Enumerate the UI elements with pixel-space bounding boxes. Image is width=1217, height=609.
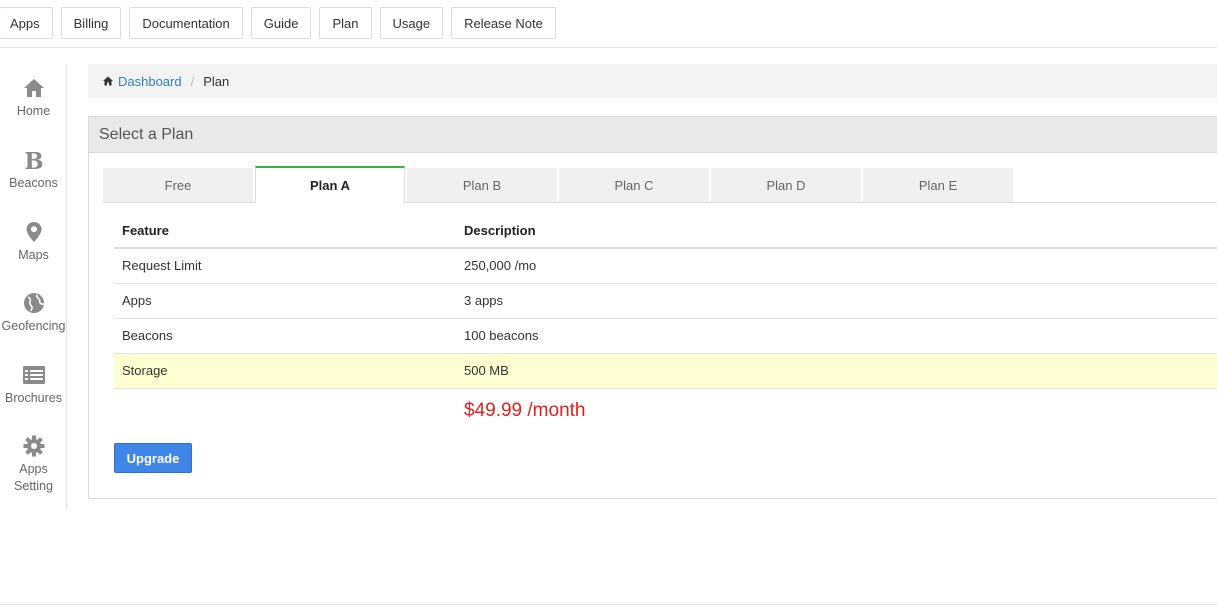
- sidebar-item-beacons[interactable]: B Beacons: [0, 148, 67, 191]
- feature-table: Feature Description Request Limit 250,00…: [114, 213, 1217, 389]
- tab-plan-a[interactable]: Plan A: [255, 166, 405, 203]
- panel-title: Select a Plan: [89, 117, 1217, 153]
- map-pin-icon: [26, 222, 41, 242]
- nav-release-note-button[interactable]: Release Note: [451, 7, 556, 39]
- breadcrumb: Dashboard / Plan: [88, 64, 1217, 98]
- top-bar: Apps Billing Documentation Guide Plan Us…: [0, 0, 1217, 48]
- sidebar-item-label: Beacons: [9, 176, 58, 190]
- list-icon: [22, 366, 45, 384]
- breadcrumb-separator: /: [190, 73, 195, 89]
- sidebar-item-label: Apps: [19, 462, 48, 476]
- plan-tabs: Free Plan A Plan B Plan C Plan D Plan E: [103, 166, 1217, 203]
- sidebar: Home B Beacons Maps Geofencing Brochures…: [0, 64, 67, 510]
- gear-icon: [23, 435, 44, 457]
- breadcrumb-current: Plan: [203, 73, 230, 89]
- nav-documentation-button[interactable]: Documentation: [129, 7, 243, 39]
- home-icon: [103, 76, 113, 86]
- tab-plan-e[interactable]: Plan E: [863, 168, 1013, 202]
- nav-apps-button[interactable]: Apps: [0, 7, 53, 39]
- plan-price: $49.99 /month: [464, 400, 586, 421]
- column-header-feature: Feature: [114, 213, 456, 249]
- table-row: Apps 3 apps: [114, 283, 1217, 319]
- breadcrumb-dashboard-link[interactable]: Dashboard: [118, 74, 182, 89]
- description-cell: 100 beacons: [456, 318, 1217, 354]
- sidebar-item-label: Home: [16, 104, 51, 118]
- svg-text:B: B: [24, 148, 43, 172]
- nav-guide-button[interactable]: Guide: [250, 7, 312, 39]
- tab-free[interactable]: Free: [103, 168, 253, 202]
- select-plan-panel: Select a Plan Free Plan A Plan B Plan C …: [88, 116, 1217, 499]
- description-cell: 500 MB: [456, 353, 1217, 389]
- table-header-row: Feature Description: [114, 213, 1217, 249]
- table-row: Beacons 100 beacons: [114, 318, 1217, 354]
- sidebar-item-apps-setting[interactable]: Apps Setting: [0, 434, 67, 494]
- upgrade-button[interactable]: Upgrade: [114, 443, 192, 473]
- footer-divider: [0, 604, 1217, 605]
- sidebar-item-home[interactable]: Home: [0, 76, 67, 119]
- feature-cell: Beacons: [114, 318, 456, 354]
- tab-plan-c[interactable]: Plan C: [559, 168, 709, 202]
- beacon-b-icon: B: [24, 148, 43, 172]
- home-icon: [23, 79, 44, 97]
- description-cell: 250,000 /mo: [456, 248, 1217, 284]
- tab-plan-b[interactable]: Plan B: [407, 168, 557, 202]
- column-header-description: Description: [456, 213, 1217, 249]
- feature-cell: Request Limit: [114, 248, 456, 284]
- sidebar-item-label: Geofencing: [1, 319, 66, 333]
- table-row-highlighted: Storage 500 MB: [114, 353, 1217, 389]
- nav-usage-button[interactable]: Usage: [379, 7, 444, 39]
- tab-plan-d[interactable]: Plan D: [711, 168, 861, 202]
- sidebar-item-geofencing[interactable]: Geofencing: [0, 291, 67, 334]
- sidebar-item-brochures[interactable]: Brochures: [0, 363, 67, 406]
- nav-plan-button[interactable]: Plan: [319, 7, 372, 39]
- sidebar-item-maps[interactable]: Maps: [0, 220, 67, 263]
- nav-billing-button[interactable]: Billing: [60, 7, 122, 39]
- globe-icon: [23, 293, 44, 313]
- top-nav: Apps Billing Documentation Guide Plan Us…: [0, 7, 564, 39]
- feature-cell: Storage: [114, 353, 456, 389]
- sidebar-item-label: Setting: [14, 479, 53, 493]
- sidebar-item-label: Maps: [18, 248, 49, 262]
- table-row: Request Limit 250,000 /mo: [114, 248, 1217, 284]
- description-cell: 3 apps: [456, 283, 1217, 319]
- feature-cell: Apps: [114, 283, 456, 319]
- sidebar-item-label: Brochures: [5, 391, 62, 405]
